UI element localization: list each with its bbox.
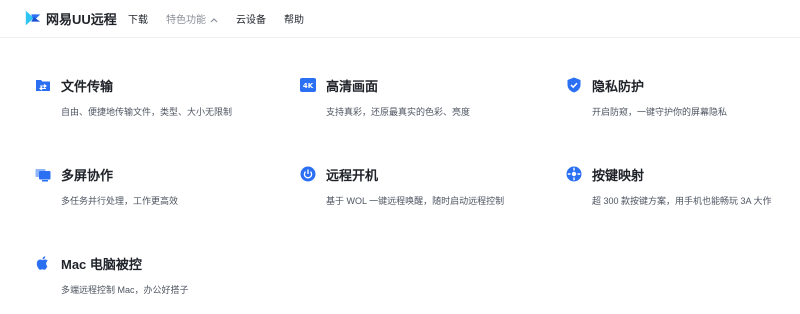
- chevron-up-icon: [210, 18, 218, 23]
- feature-title: Mac 电脑被控: [61, 257, 142, 272]
- feature-title: 按键映射: [592, 168, 645, 183]
- brand-name: 网易UU远程: [46, 11, 117, 27]
- apple-icon: [36, 256, 48, 270]
- feature-desc: 多任务并行处理，工作更高效: [61, 196, 179, 206]
- feature-title: 文件传输: [61, 79, 114, 94]
- nav-cloud-device[interactable]: 云设备: [236, 11, 266, 26]
- multi-screen-icon: [35, 169, 51, 182]
- feature-desc: 开启防窥，一键守护你的屏幕隐私: [592, 107, 728, 117]
- 4k-icon-text: 4K: [303, 82, 314, 90]
- shield-check-icon: [567, 77, 581, 93]
- top-nav: 网易UU远程 下载 特色功能 云设备 帮助: [0, 0, 800, 38]
- features-dropdown-panel: 文件传输 自由、便捷地传输文件，类型、大小无限制 4K 高清画面 支持真彩，还原…: [0, 38, 800, 314]
- feature-title: 远程开机: [326, 168, 379, 183]
- folder-transfer-icon: [36, 80, 50, 91]
- 4k-icon: 4K: [300, 78, 316, 92]
- nav-help[interactable]: 帮助: [284, 11, 304, 26]
- nav-download[interactable]: 下载: [128, 11, 148, 26]
- feature-desc: 超 300 款按键方案，用手机也能畅玩 3A 大作: [592, 196, 772, 206]
- feature-desc: 自由、便捷地传输文件，类型、大小无限制: [61, 107, 233, 117]
- brand-logo[interactable]: 网易UU远程: [24, 8, 117, 28]
- feature-title: 隐私防护: [592, 79, 645, 94]
- key-mapping-icon: [566, 166, 582, 182]
- feature-title: 高清画面: [326, 79, 379, 94]
- power-icon: [300, 166, 316, 182]
- feature-title: 多屏协作: [61, 168, 114, 183]
- feature-desc: 多端远程控制 Mac，办公好搭子: [61, 285, 189, 295]
- feature-desc: 支持真彩，还原最真实的色彩、亮度: [326, 107, 471, 117]
- feature-desc: 基于 WOL 一键远程唤醒，随时启动远程控制: [326, 196, 505, 206]
- nav-features-label: 特色功能: [166, 15, 206, 26]
- nav-features[interactable]: 特色功能: [166, 11, 218, 26]
- uu-logo-icon: [25, 10, 41, 26]
